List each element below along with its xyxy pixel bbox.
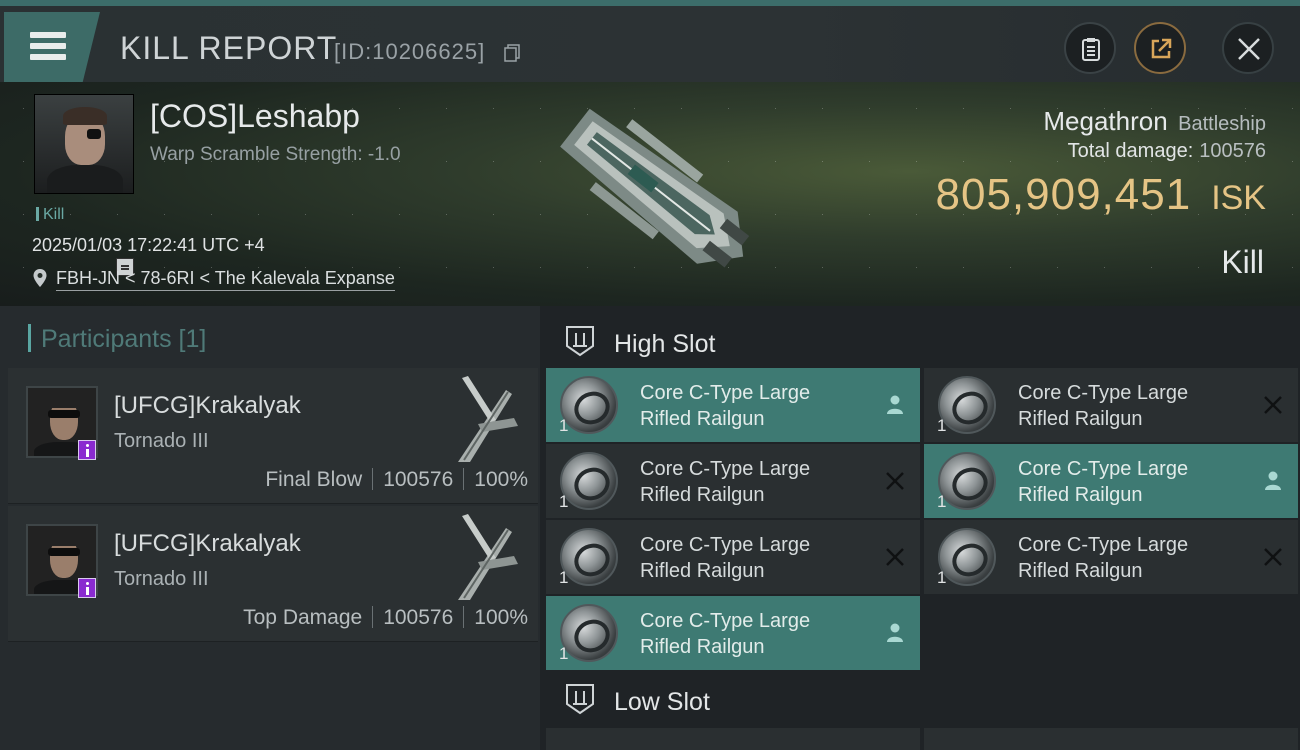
high-slot-title: High Slot (614, 330, 716, 358)
high-slot-header: High Slot (546, 310, 1296, 370)
copy-icon[interactable] (504, 44, 520, 62)
isk-unit: ISK (1211, 179, 1266, 217)
person-icon (78, 578, 96, 598)
railgun-icon (560, 528, 618, 586)
close-button[interactable] (1222, 22, 1274, 74)
railgun-icon (560, 376, 618, 434)
fitting-panel: High Slot 1 Core C-Type Large Rifled Rail… (540, 306, 1300, 750)
victim-banner: [COS]Leshabp Warp Scramble Strength: -1.… (0, 82, 1300, 306)
railgun-icon (938, 528, 996, 586)
module-item[interactable]: 1 Core C-Type Large Rifled Railgun (924, 368, 1298, 442)
dropped-person-icon (887, 623, 903, 642)
clipboard-button[interactable] (1064, 22, 1116, 74)
module-item[interactable]: 1 Core C-Type Large Rifled Railgun (924, 444, 1298, 518)
destroyed-x-icon (886, 548, 904, 566)
module-name: Core C-Type Large Rifled Railgun (1018, 382, 1189, 430)
module-quantity: 1 (559, 416, 569, 435)
kill-id: [ID:10206625] (334, 39, 486, 64)
participant-name[interactable]: [UFCG]Krakalyak (114, 392, 301, 420)
location-link[interactable]: FBH-JN < 78-6RI < The Kalevala Expanse (56, 268, 395, 291)
dropped-person-icon (887, 395, 903, 414)
participant-ship: Tornado III (114, 430, 209, 452)
module-quantity: 1 (937, 568, 947, 587)
destroyed-x-icon (886, 472, 904, 490)
railgun-icon (560, 452, 618, 510)
kill-tag: Kill (36, 206, 64, 224)
kill-report-window: KILL REPORT [ID:10206625] [COS]Leshabp W… (0, 0, 1300, 750)
victim-subtitle: Warp Scramble Strength: -1.0 (150, 144, 401, 165)
share-icon (1151, 38, 1172, 59)
module-item-partial[interactable] (924, 728, 1298, 750)
module-item[interactable]: 1 Core C-Type Large Rifled Railgun (924, 520, 1298, 594)
destroyed-x-icon (1264, 548, 1282, 566)
victim-name[interactable]: [COS]Leshabp (150, 98, 360, 135)
low-slot-title: Low Slot (614, 688, 710, 716)
participant-card[interactable]: [UFCG]Krakalyak Tornado III Final Blow 10… (8, 368, 538, 504)
railgun-icon (938, 452, 996, 510)
railgun-icon (560, 604, 618, 662)
dropped-person-icon (1265, 471, 1281, 490)
participant-ship: Tornado III (114, 568, 209, 590)
ship-line: Megathron Battleship (1043, 106, 1266, 137)
header-bar: KILL REPORT [ID:10206625] (0, 0, 1300, 82)
participant-ship-image (458, 514, 518, 600)
share-button[interactable] (1134, 22, 1186, 74)
isk-value-line: 805,909,451 ISK (936, 170, 1267, 220)
module-name: Core C-Type Large Rifled Railgun (1018, 458, 1189, 506)
ship-image[interactable] (530, 94, 770, 294)
destroyed-x-icon (1264, 396, 1282, 414)
kill-timestamp: 2025/01/03 17:22:41 UTC +4 (32, 235, 265, 255)
clipboard-icon (1082, 38, 1100, 61)
module-quantity: 1 (559, 644, 569, 663)
participants-panel: Participants [1] [UFCG]Krakalyak Tornado… (0, 306, 540, 750)
module-name: Core C-Type Large Rifled Railgun (640, 534, 811, 582)
participant-card[interactable]: [UFCG]Krakalyak Tornado III Top Damage 10… (8, 506, 538, 642)
module-name: Core C-Type Large Rifled Railgun (640, 382, 811, 430)
person-icon (78, 440, 96, 460)
module-name: Core C-Type Large Rifled Railgun (640, 458, 811, 506)
module-item[interactable]: 1 Core C-Type Large Rifled Railgun (546, 444, 920, 518)
low-slot-header: Low Slot (546, 668, 1296, 728)
module-quantity: 1 (559, 568, 569, 587)
module-name: Core C-Type Large Rifled Railgun (640, 610, 811, 658)
high-slot-icon (566, 326, 594, 357)
total-damage: Total damage: 100576 (1067, 140, 1266, 162)
module-item[interactable]: 1 Core C-Type Large Rifled Railgun (546, 520, 920, 594)
low-slot-icon (566, 684, 594, 715)
module-item-partial[interactable] (546, 728, 920, 750)
module-item[interactable]: 1 Core C-Type Large Rifled Railgun (546, 596, 920, 670)
menu-button[interactable] (4, 12, 100, 82)
close-icon (1238, 38, 1260, 60)
participant-ship-image (458, 376, 518, 462)
result-label: Kill (1221, 244, 1264, 280)
participant-stats: Final Blow 100576 100% (265, 468, 528, 491)
isk-value: 805,909,451 (935, 170, 1192, 219)
module-name: Core C-Type Large Rifled Railgun (1018, 534, 1189, 582)
module-item[interactable]: 1 Core C-Type Large Rifled Railgun (546, 368, 920, 442)
page-title: KILL REPORT (120, 30, 338, 66)
location-pin-icon (33, 269, 47, 287)
victim-avatar[interactable] (34, 94, 134, 194)
ship-name[interactable]: Megathron (1043, 106, 1167, 136)
participant-name[interactable]: [UFCG]Krakalyak (114, 530, 301, 558)
railgun-icon (938, 376, 996, 434)
participants-header: Participants [1] (28, 324, 206, 354)
module-quantity: 1 (937, 492, 947, 511)
ship-class: Battleship (1178, 113, 1266, 135)
module-quantity: 1 (937, 416, 947, 435)
participant-stats: Top Damage 100576 100% (243, 606, 528, 629)
module-quantity: 1 (559, 492, 569, 511)
total-damage-value: 100576 (1199, 140, 1266, 162)
